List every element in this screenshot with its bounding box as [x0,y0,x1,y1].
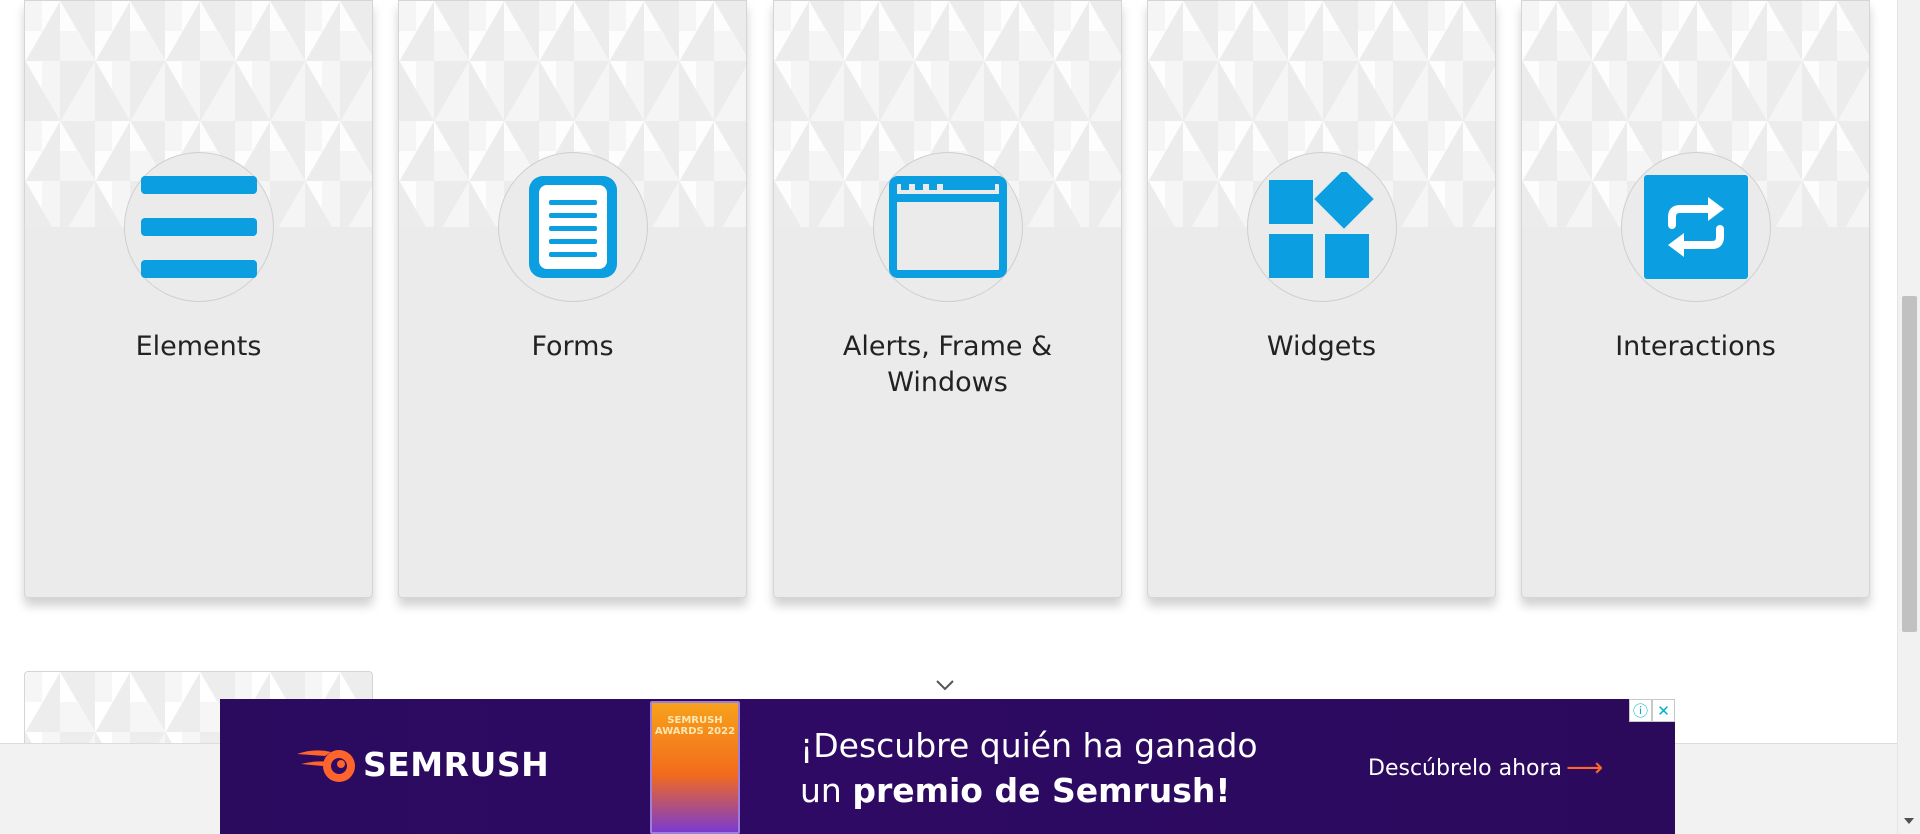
hamburger-menu-icon [140,176,257,278]
close-icon[interactable]: ✕ [1652,699,1675,722]
card-title: Forms [531,331,614,362]
card-title: Widgets [1266,331,1377,362]
widgets-blocks-icon [1268,172,1374,278]
page-viewport: Elements Forms Alerts, Frame & Windows W… [0,0,1897,834]
ad-headline-bold: premio de Semrush! [852,771,1231,810]
ad-headline: ¡Descubre quién ha ganado un premio de S… [800,723,1258,813]
ad-trophy-image: SEMRUSH AWARDS 2022 [650,701,740,834]
ad-trophy-label: SEMRUSH AWARDS 2022 [654,715,736,737]
ad-brand-text: SEMRUSH [363,745,550,784]
document-form-icon [528,176,617,278]
card-title: Elements [135,331,262,362]
card-forms[interactable]: Forms [398,0,747,598]
card-icon-circle [1620,152,1771,302]
card-alerts-frame-windows[interactable]: Alerts, Frame & Windows [773,0,1122,598]
card-title: Alerts, Frame & Windows [842,331,1053,398]
card-title: Interactions [1615,331,1776,362]
vertical-scrollbar[interactable] [1897,0,1920,834]
browser-window-icon [888,176,1007,278]
semrush-logo: SEMRUSH [295,745,549,784]
ad-badges: ⓘ ✕ [1629,699,1675,722]
ad-cta-label: Descúbrelo ahora [1368,755,1563,781]
info-icon[interactable]: ⓘ [1629,699,1652,722]
arrow-right-icon: ⟶ [1566,753,1604,783]
card-icon-circle [123,152,274,302]
semrush-fireball-icon [297,749,355,782]
card-elements[interactable]: Elements [24,0,373,598]
swap-arrows-icon [1643,175,1748,279]
card-icon-circle [872,152,1023,302]
card-icon-circle [497,152,648,302]
ad-headline-prefix: un [800,771,853,810]
ad-headline-line2: un premio de Semrush! [800,768,1258,813]
ad-cta-link[interactable]: Descúbrelo ahora ⟶ [1368,753,1603,783]
chevron-down-icon[interactable] [935,678,955,692]
ad-headline-line1: ¡Descubre quién ha ganado [800,726,1258,765]
ad-banner[interactable]: SEMRUSH SEMRUSH AWARDS 2022 ¡Descubre qu… [220,699,1675,834]
card-interactions[interactable]: Interactions [1521,0,1870,598]
card-widgets[interactable]: Widgets [1147,0,1496,598]
scrollbar-thumb[interactable] [1902,296,1917,632]
scroll-down-arrow-icon[interactable] [1904,818,1914,824]
card-icon-circle [1246,152,1397,302]
